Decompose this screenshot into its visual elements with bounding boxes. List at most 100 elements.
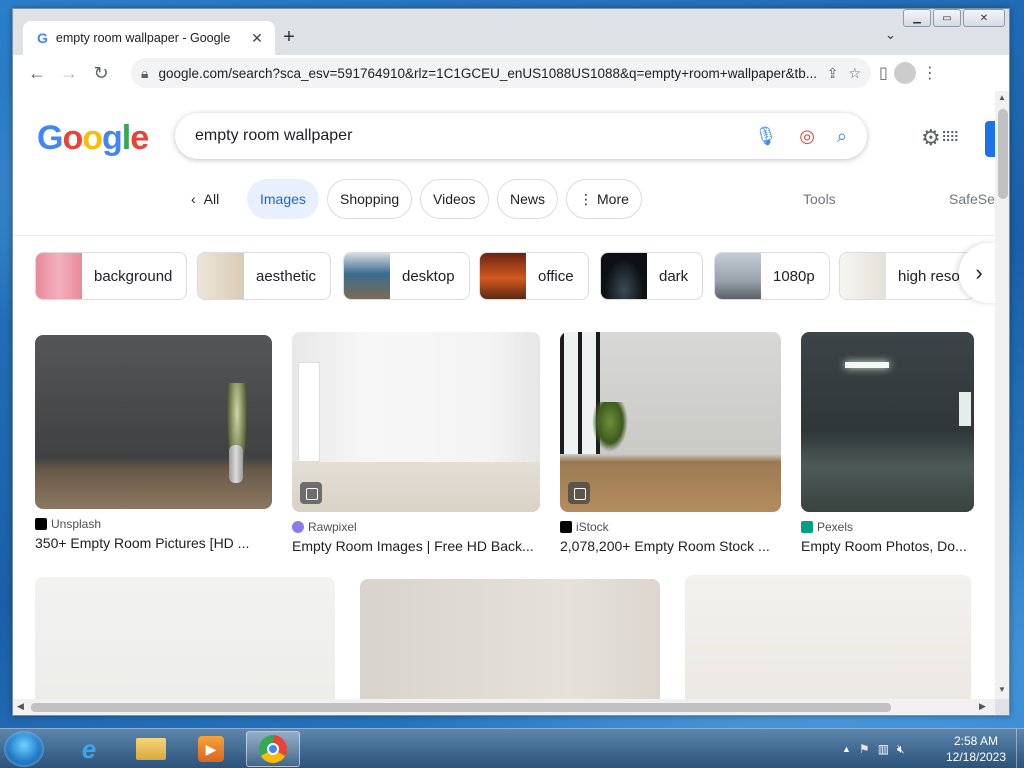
result-image[interactable] <box>560 332 781 512</box>
related-chip-1080p[interactable]: 1080p <box>714 252 830 300</box>
lock-icon[interactable]: 🔒︎ <box>141 65 148 82</box>
related-thumb <box>198 253 244 299</box>
back-button[interactable]: ← <box>21 57 53 89</box>
address-bar[interactable]: 🔒︎ google.com/search?sca_esv=591764910&r… <box>131 58 871 88</box>
close-window-button[interactable]: ✕ <box>963 9 1005 27</box>
related-chip-background[interactable]: background <box>35 252 188 300</box>
network-icon[interactable]: ▥ <box>878 742 889 756</box>
image-result[interactable]: Rawpixel Empty Room Images | Free HD Bac… <box>292 332 540 554</box>
safesearch-button[interactable]: SafeSe <box>949 191 995 207</box>
page-viewport: Google empty room wallpaper 🎙︎ ◎ ⌕ ⚙ ⠿⠿ … <box>13 91 995 699</box>
image-result[interactable]: Pexels Empty Room Photos, Do... <box>801 332 974 554</box>
windows-taskbar: e ▶ ▲ ⚑ ▥ 🔇︎ 2:58 AM 12/18/2023 <box>0 728 1024 768</box>
gear-icon[interactable]: ⚙ <box>921 125 941 151</box>
scroll-left-arrow-icon[interactable]: ◀ <box>17 701 24 712</box>
related-chip-office[interactable]: office <box>479 252 589 300</box>
image-result[interactable] <box>360 579 660 699</box>
show-hidden-icons-icon[interactable]: ▲ <box>842 744 851 754</box>
window-decoration <box>959 392 971 426</box>
window-controls: ▁ ▭ ✕ <box>903 9 1005 27</box>
taskbar-media-player[interactable]: ▶ <box>184 731 238 767</box>
scroll-right-arrow-icon[interactable]: ▶ <box>979 701 986 712</box>
related-chip-desktop[interactable]: desktop <box>343 252 470 300</box>
result-image[interactable] <box>35 335 272 509</box>
share-icon[interactable]: ⇪ <box>827 65 839 82</box>
show-desktop-button[interactable] <box>1016 729 1024 768</box>
microphone-icon[interactable]: 🎙︎ <box>754 126 777 147</box>
result-title[interactable]: 350+ Empty Room Pictures [HD ... <box>35 535 272 551</box>
action-center-flag-icon[interactable]: ⚑ <box>859 742 870 756</box>
close-tab-icon[interactable]: ✕ <box>249 30 265 47</box>
clock-time: 2:58 AM <box>953 734 999 748</box>
apps-grid-icon[interactable]: ⠿⠿ <box>941 129 959 146</box>
internet-explorer-icon: e <box>81 733 97 764</box>
tab-google-search[interactable]: G empty room wallpaper - Google ✕ <box>23 21 275 55</box>
browser-toolbar: ← → ↻ 🔒︎ google.com/search?sca_esv=59176… <box>13 55 1009 91</box>
horizontal-scrollbar[interactable]: ◀ ▶ <box>13 699 995 715</box>
scroll-up-arrow-icon[interactable]: ▲ <box>998 93 1006 102</box>
result-title[interactable]: Empty Room Photos, Do... <box>801 538 974 554</box>
volume-muted-icon[interactable]: 🔇︎ <box>897 742 905 757</box>
filter-more[interactable]: ⋮ More <box>566 179 642 219</box>
result-source[interactable]: Unsplash <box>35 517 272 531</box>
result-image[interactable] <box>360 579 660 699</box>
vertical-scrollbar[interactable]: ▲ ▼ <box>995 91 1009 699</box>
scroll-down-arrow-icon[interactable]: ▼ <box>998 685 1006 694</box>
rawpixel-favicon-icon <box>292 521 304 533</box>
filter-news[interactable]: News <box>497 179 559 219</box>
taskbar-internet-explorer[interactable]: e <box>62 731 116 767</box>
filter-all[interactable]: ‹ All <box>179 179 231 219</box>
filter-videos[interactable]: Videos <box>420 179 489 219</box>
result-source[interactable]: Rawpixel <box>292 520 540 534</box>
search-icon[interactable]: ⌕ <box>837 126 847 147</box>
image-result[interactable]: Unsplash 350+ Empty Room Pictures [HD ..… <box>35 335 272 551</box>
taskbar-file-explorer[interactable] <box>124 731 178 767</box>
result-image[interactable] <box>801 332 974 512</box>
related-chip-aesthetic[interactable]: aesthetic <box>197 252 332 300</box>
more-dots-icon: ⋮ <box>579 190 593 207</box>
taskbar-chrome[interactable] <box>246 731 300 767</box>
image-result[interactable]: iStock 2,078,200+ Empty Room Stock ... <box>560 332 781 554</box>
start-button[interactable] <box>4 731 44 767</box>
side-panel-icon[interactable]: ▯ <box>879 63 888 83</box>
window-decoration <box>298 362 320 462</box>
related-thumb <box>480 253 526 299</box>
filter-shopping[interactable]: Shopping <box>327 179 413 219</box>
result-image[interactable] <box>35 577 335 699</box>
vertical-scroll-thumb[interactable] <box>998 109 1008 199</box>
search-query-text: empty room wallpaper <box>195 127 353 144</box>
minimize-button[interactable]: ▁ <box>903 9 931 27</box>
search-input[interactable]: empty room wallpaper 🎙︎ ◎ ⌕ <box>175 113 867 159</box>
folder-icon <box>136 738 166 760</box>
result-title[interactable]: Empty Room Images | Free HD Back... <box>292 538 540 554</box>
image-result[interactable] <box>35 577 335 699</box>
related-chip-dark[interactable]: dark <box>600 252 704 300</box>
google-logo[interactable]: Google <box>37 119 149 158</box>
sign-in-button[interactable] <box>985 121 995 157</box>
result-title[interactable]: 2,078,200+ Empty Room Stock ... <box>560 538 781 554</box>
bookmark-star-icon[interactable]: ☆ <box>848 65 861 82</box>
horizontal-scroll-thumb[interactable] <box>31 703 891 712</box>
related-thumb <box>344 253 390 299</box>
image-result[interactable] <box>685 575 971 699</box>
media-player-icon: ▶ <box>198 736 224 762</box>
tab-search-chevron-icon[interactable]: ⌄ <box>885 27 896 43</box>
menu-kebab-icon[interactable]: ⋮ <box>922 63 938 83</box>
related-thumb <box>840 253 886 299</box>
new-tab-button[interactable]: + <box>275 23 303 51</box>
result-source[interactable]: Pexels <box>801 520 974 534</box>
tools-button[interactable]: Tools <box>803 191 836 207</box>
profile-avatar-icon[interactable] <box>893 62 916 84</box>
filter-images[interactable]: Images <box>247 179 319 219</box>
result-image[interactable] <box>292 332 540 512</box>
maximize-button[interactable]: ▭ <box>933 9 961 27</box>
result-image[interactable] <box>685 575 971 699</box>
related-thumb <box>715 253 761 299</box>
result-source[interactable]: iStock <box>560 520 781 534</box>
google-lens-icon[interactable]: ◎ <box>799 126 815 147</box>
related-chip-high-resolution[interactable]: high reso <box>839 252 975 300</box>
reload-button[interactable]: ↻ <box>85 57 117 89</box>
taskbar-clock[interactable]: 2:58 AM 12/18/2023 <box>936 733 1016 765</box>
forward-button[interactable]: → <box>53 57 85 89</box>
unsplash-favicon-icon <box>35 518 47 530</box>
